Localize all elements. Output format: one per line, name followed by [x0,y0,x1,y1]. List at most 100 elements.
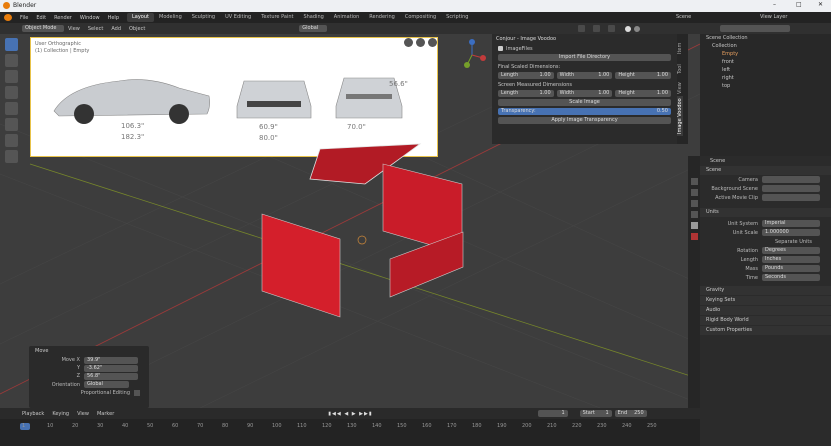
menu-render[interactable]: Render [50,15,76,21]
orientation-dropdown[interactable]: Global [84,381,129,388]
transform-orientation-dropdown[interactable]: Global [299,25,328,32]
units-section-header[interactable]: Units [700,208,831,217]
navigation-gizmo[interactable] [455,38,489,72]
movie-clip-field[interactable] [762,194,820,201]
cursor-tool-icon[interactable] [5,54,18,67]
move-z-field[interactable]: 56.8" [84,372,138,380]
tool-props-icon[interactable] [690,178,698,185]
menu-edit[interactable]: Edit [32,15,50,21]
measure-tool-icon[interactable] [5,150,18,163]
camera-view-icon[interactable] [428,38,437,47]
outliner-item-top[interactable]: top [700,82,831,90]
import-file-directory-button[interactable]: Import File Directory [498,54,671,61]
tab-scripting[interactable]: Scripting [441,13,473,22]
mode-dropdown[interactable]: Object Mode [22,25,64,32]
mass-dropdown[interactable]: Pounds [762,265,820,272]
screen-width-field[interactable]: Width 1.00 [556,90,613,97]
visibility-icon[interactable] [578,25,585,32]
screen-height-field[interactable]: Height 1.00 [615,90,672,97]
viewport-menu-add[interactable]: Add [107,26,125,32]
outliner-item-left[interactable]: left [700,66,831,74]
scale-tool-icon[interactable] [5,102,18,115]
move-tool-icon[interactable] [5,70,18,83]
unit-scale-field[interactable]: 1.000000 [762,229,820,236]
unit-system-dropdown[interactable]: Imperial [762,220,820,227]
tab-image-voodoo[interactable]: Image Voodoo [677,96,683,136]
overlay-icon[interactable] [608,25,615,32]
menu-window[interactable]: Window [76,15,104,21]
close-button[interactable]: ✕ [818,1,823,8]
keying-sets-section-header[interactable]: Keying Sets [700,296,831,305]
rigid-body-world-section-header[interactable]: Rigid Body World [700,316,831,325]
viewport-menu-view[interactable]: View [64,26,84,32]
select-tool-icon[interactable] [5,38,18,51]
world-props-icon[interactable] [690,233,698,240]
audio-section-header[interactable]: Audio [700,306,831,315]
move-x-field[interactable]: 39.9" [84,356,138,364]
tab-view[interactable]: View [677,76,683,96]
zoom-icon[interactable] [404,38,413,47]
scene-props-icon[interactable] [690,222,698,229]
custom-properties-section-header[interactable]: Custom Properties [700,326,831,335]
time-dropdown[interactable]: Seconds [762,274,820,281]
image-planes[interactable] [255,139,475,339]
end-frame-field[interactable]: End 250 [614,410,647,417]
timeline-keying-menu[interactable]: Keying [48,411,73,417]
maximize-button[interactable]: □ [796,1,802,8]
rotate-tool-icon[interactable] [5,86,18,99]
timeline-view-menu[interactable]: View [73,411,93,417]
tab-item[interactable]: Item [677,34,683,56]
separate-units-checkbox[interactable]: Separate Units [700,239,820,245]
tab-animation[interactable]: Animation [329,13,365,22]
shading-material-icon[interactable] [634,25,640,32]
outliner-item-front[interactable]: front [700,58,831,66]
final-length-field[interactable]: Length 1.00 [498,72,554,79]
tab-layout[interactable]: Layout [127,13,154,22]
scale-image-button[interactable]: Scale Image [498,99,671,106]
blender-menu-icon[interactable] [4,14,12,21]
output-props-icon[interactable] [690,200,698,207]
length-dropdown[interactable]: Inches [762,256,820,263]
tab-modeling[interactable]: Modeling [154,13,187,22]
transparency-slider[interactable]: Transparency: 0.50 [498,108,671,115]
outliner-item-right[interactable]: right [700,74,831,82]
proportional-editing-checkbox[interactable] [134,390,140,396]
view-layer-props-icon[interactable] [690,211,698,218]
tab-texture-paint[interactable]: Texture Paint [256,13,298,22]
viewport-menu-object[interactable]: Object [125,26,149,32]
render-props-icon[interactable] [690,189,698,196]
screen-length-field[interactable]: Length 1.00 [498,90,554,97]
camera-field[interactable] [762,176,820,183]
menu-help[interactable]: Help [104,15,123,21]
apply-transparency-button[interactable]: Apply Image Transparency [498,117,671,124]
gizmo-icon[interactable] [593,25,600,32]
playback-controls[interactable]: ▮◀◀ ◀ ▶ ▶▶▮ [328,411,372,417]
tab-compositing[interactable]: Compositing [400,13,441,22]
start-frame-field[interactable]: Start 1 [579,410,612,417]
gravity-section-header[interactable]: Gravity [700,286,831,295]
outliner-collection[interactable]: Collection [700,42,831,50]
transform-tool-icon[interactable] [5,118,18,131]
rotation-dropdown[interactable]: Degrees [762,247,820,254]
tab-rendering[interactable]: Rendering [364,13,400,22]
menu-file[interactable]: File [16,15,32,21]
tab-sculpting[interactable]: Sculpting [187,13,220,22]
tab-tool[interactable]: Tool [677,56,683,76]
final-height-field[interactable]: Height 1.00 [615,72,672,79]
scene-selector[interactable]: Scene [676,14,691,20]
timeline-marker-menu[interactable]: Marker [93,411,118,417]
tab-uv-editing[interactable]: UV Editing [220,13,256,22]
timeline[interactable]: 1 10 20 30 40 50 60 70 80 90 100 110 120 130 140 150 160… [0,419,700,446]
tab-shading[interactable]: Shading [298,13,328,22]
pan-icon[interactable] [416,38,425,47]
outliner-item-empty[interactable]: Empty [700,50,831,58]
view-layer-selector[interactable]: View Layer [760,14,787,20]
outliner-scene-collection[interactable]: Scene Collection [700,34,831,42]
outliner-search-input[interactable] [720,25,790,32]
current-frame-field[interactable]: 1 [537,410,568,417]
background-scene-field[interactable] [762,185,820,192]
annotate-tool-icon[interactable] [5,134,18,147]
move-y-field[interactable]: -3.62" [84,364,138,372]
viewport-menu-select[interactable]: Select [84,26,107,32]
scene-section-header[interactable]: Scene [700,166,831,175]
